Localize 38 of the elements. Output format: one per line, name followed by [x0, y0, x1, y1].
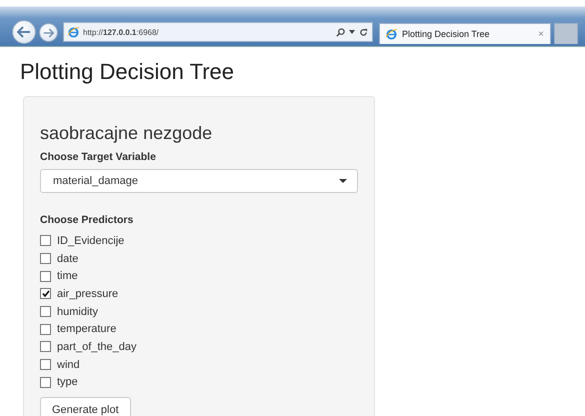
browser-logo-icon: [68, 26, 79, 38]
checkbox-label[interactable]: time: [57, 270, 78, 282]
checkbox[interactable]: [40, 235, 51, 246]
forward-arrow-icon: [43, 28, 54, 38]
checkbox[interactable]: [40, 376, 51, 388]
caret-icon[interactable]: [349, 30, 355, 34]
browser-tab[interactable]: Plotting Decision Tree ×: [379, 23, 551, 44]
checkbox-label[interactable]: type: [57, 376, 78, 388]
page-title: Plotting Decision Tree: [20, 59, 235, 85]
tab-title: Plotting Decision Tree: [402, 29, 491, 39]
refresh-icon[interactable]: [359, 28, 368, 36]
checkbox[interactable]: [40, 288, 51, 300]
url-text: http://127.0.0.1:6968/: [83, 28, 160, 36]
field-label: Choose Target Variable: [40, 151, 157, 163]
checkbox[interactable]: [40, 253, 51, 264]
address-bar[interactable]: http://127.0.0.1:6968/: [63, 22, 373, 42]
target-select[interactable]: material_damage: [40, 169, 358, 193]
checkbox-label[interactable]: humidity: [57, 306, 98, 318]
checkbox-label[interactable]: temperature: [57, 323, 116, 336]
checkbox[interactable]: [40, 270, 51, 282]
generate-plot-button[interactable]: Generate plot: [40, 397, 131, 416]
browser-logo-icon: [386, 28, 397, 40]
panel-heading: saobracajne nezgode: [40, 123, 214, 144]
checkbox[interactable]: [40, 324, 51, 335]
back-arrow-icon: [17, 26, 31, 38]
checkbox[interactable]: [40, 341, 51, 352]
caret-icon: [339, 179, 347, 183]
forward-button[interactable]: [39, 23, 58, 42]
back-button[interactable]: [12, 20, 36, 44]
search-icon[interactable]: [336, 28, 345, 36]
checkbox-label[interactable]: date: [57, 252, 78, 265]
checkbox-label[interactable]: ID_Evidencije: [57, 234, 124, 247]
field-label: Choose Predictors: [40, 214, 134, 226]
checkbox[interactable]: [40, 359, 51, 370]
checkbox-label[interactable]: part_of_the_day: [57, 340, 137, 353]
checkbox-label[interactable]: air_pressure: [57, 288, 118, 300]
checkbox-label[interactable]: wind: [57, 358, 80, 371]
checkbox[interactable]: [40, 306, 51, 318]
